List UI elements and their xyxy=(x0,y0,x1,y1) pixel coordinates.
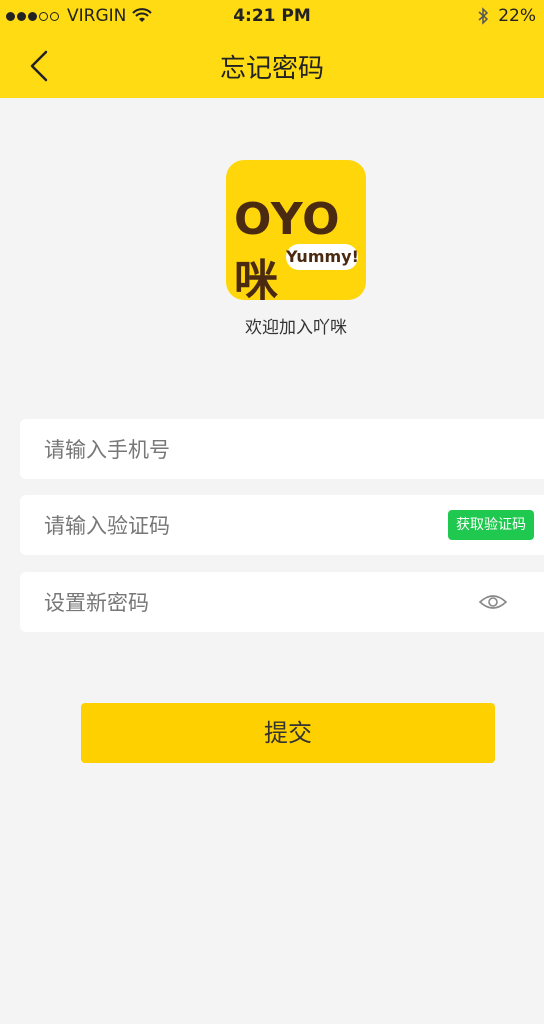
phone-input[interactable] xyxy=(42,419,446,481)
code-field: 获取验证码 xyxy=(20,495,544,557)
phone-field xyxy=(20,419,544,481)
nav-bar: 忘记密码 xyxy=(0,32,544,98)
bluetooth-icon xyxy=(478,7,489,25)
code-input[interactable] xyxy=(42,495,446,557)
password-field xyxy=(20,572,544,634)
battery-percent: 22% xyxy=(498,6,536,26)
page-title: 忘记密码 xyxy=(219,54,324,84)
header: VIRGIN 4:21 PM 22% 忘记密码 xyxy=(0,0,544,98)
submit-button[interactable]: 提交 xyxy=(81,703,495,763)
get-code-button[interactable]: 获取验证码 xyxy=(448,510,534,540)
status-right: 22% xyxy=(476,6,536,26)
status-time: 4:21 PM xyxy=(233,6,311,26)
password-input[interactable] xyxy=(42,572,446,634)
welcome-text: 欢迎加入吖咪 xyxy=(245,318,347,338)
app-logo: OYO咪 Yummy! xyxy=(226,160,366,300)
logo-bubble: Yummy! xyxy=(286,244,359,270)
eye-icon[interactable] xyxy=(478,592,508,612)
status-bar: VIRGIN 4:21 PM 22% xyxy=(0,0,544,32)
